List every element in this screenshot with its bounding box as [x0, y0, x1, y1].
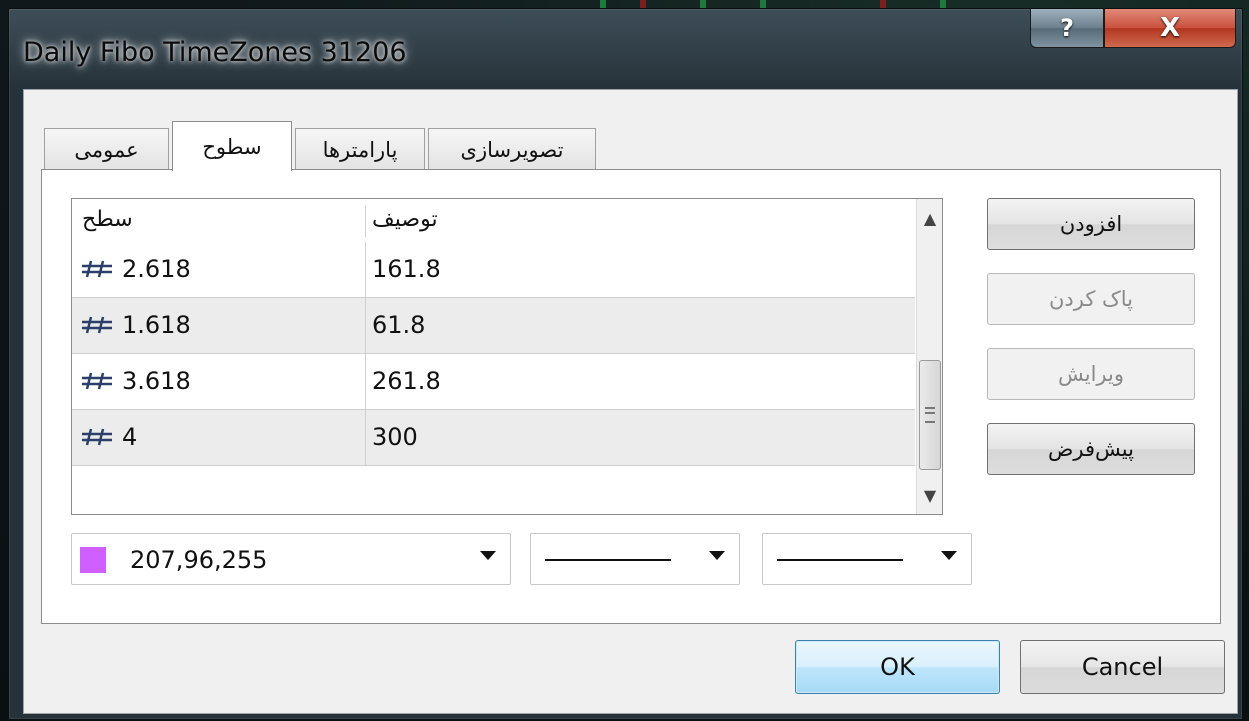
- level-value: 1.618: [122, 311, 191, 339]
- fibo-level-icon: [82, 372, 112, 390]
- cell-divider: [365, 242, 366, 298]
- tab-parameters[interactable]: پارامترها: [295, 128, 425, 170]
- cell-divider: [365, 410, 366, 466]
- level-cell: 1.618: [80, 311, 191, 339]
- scroll-up-icon[interactable]: ▲: [917, 199, 942, 237]
- line-width-select[interactable]: [762, 533, 972, 585]
- table-row[interactable]: 4 300: [72, 410, 915, 466]
- tab-levels[interactable]: سطوح: [172, 121, 292, 171]
- fibo-level-icon: [82, 260, 112, 278]
- column-divider: [365, 205, 366, 237]
- close-button[interactable]: X: [1104, 9, 1236, 48]
- level-value: 3.618: [122, 367, 191, 395]
- dialog-window: Daily Fibo TimeZones 31206 ? X عمومی سطو…: [8, 8, 1243, 720]
- tab-general[interactable]: عمومی: [44, 128, 169, 170]
- fibo-level-icon: [82, 316, 112, 334]
- window-title: Daily Fibo TimeZones 31206: [23, 37, 407, 68]
- title-bar-buttons: ? X: [1030, 9, 1236, 49]
- default-button[interactable]: پیش‌فرض: [987, 423, 1195, 475]
- description-value: 300: [372, 423, 418, 451]
- levels-panel: سطح توصیف 2.618 161.8 1.618 61.8 3.618 2…: [41, 169, 1221, 624]
- ok-button[interactable]: OK: [795, 640, 1000, 694]
- chevron-down-icon: [480, 551, 496, 560]
- color-swatch: [80, 547, 106, 573]
- vertical-scrollbar[interactable]: ▲ ▼: [916, 199, 942, 514]
- level-cell: 4: [80, 423, 137, 451]
- cell-divider: [365, 298, 366, 354]
- tab-visualization[interactable]: تصویرسازی: [428, 128, 596, 170]
- level-cell: 2.618: [80, 255, 191, 283]
- line-width-preview: [777, 559, 903, 561]
- table-row[interactable]: 1.618 61.8: [72, 298, 915, 354]
- grip-icon: [925, 407, 935, 423]
- level-value: 2.618: [122, 255, 191, 283]
- description-value: 61.8: [372, 311, 426, 339]
- color-value: 207,96,255: [130, 546, 268, 574]
- color-select[interactable]: 207,96,255: [71, 533, 511, 585]
- chevron-down-icon: [709, 551, 725, 560]
- table-row[interactable]: 2.618 161.8: [72, 242, 915, 298]
- level-value: 4: [122, 423, 138, 451]
- close-icon: X: [1159, 13, 1181, 43]
- fibo-level-icon: [82, 428, 112, 446]
- scroll-thumb[interactable]: [919, 360, 941, 470]
- dialog-client-area: عمومی سطوح پارامترها تصویرسازی سطح توصیف: [23, 89, 1238, 714]
- edit-button[interactable]: ویرایش: [987, 348, 1195, 400]
- line-style-preview: [545, 559, 671, 561]
- help-button[interactable]: ?: [1030, 9, 1104, 48]
- line-style-select[interactable]: [530, 533, 740, 585]
- column-header-level[interactable]: سطح: [82, 207, 133, 232]
- level-cell: 3.618: [80, 367, 191, 395]
- chevron-down-icon: [941, 551, 957, 560]
- table-row[interactable]: 3.618 261.8: [72, 354, 915, 410]
- cancel-button[interactable]: Cancel: [1020, 640, 1225, 694]
- tab-strip: عمومی سطوح پارامترها تصویرسازی: [44, 118, 599, 171]
- help-icon: ?: [1060, 14, 1074, 42]
- levels-table-header: سطح توصیف: [72, 199, 915, 242]
- levels-table: سطح توصیف 2.618 161.8 1.618 61.8 3.618 2…: [71, 198, 943, 515]
- description-value: 261.8: [372, 367, 441, 395]
- add-button[interactable]: افزودن: [987, 198, 1195, 250]
- scroll-down-icon[interactable]: ▼: [917, 476, 942, 514]
- column-header-description[interactable]: توصیف: [372, 207, 438, 232]
- cell-divider: [365, 354, 366, 410]
- delete-button[interactable]: پاک کردن: [987, 273, 1195, 325]
- description-value: 161.8: [372, 255, 441, 283]
